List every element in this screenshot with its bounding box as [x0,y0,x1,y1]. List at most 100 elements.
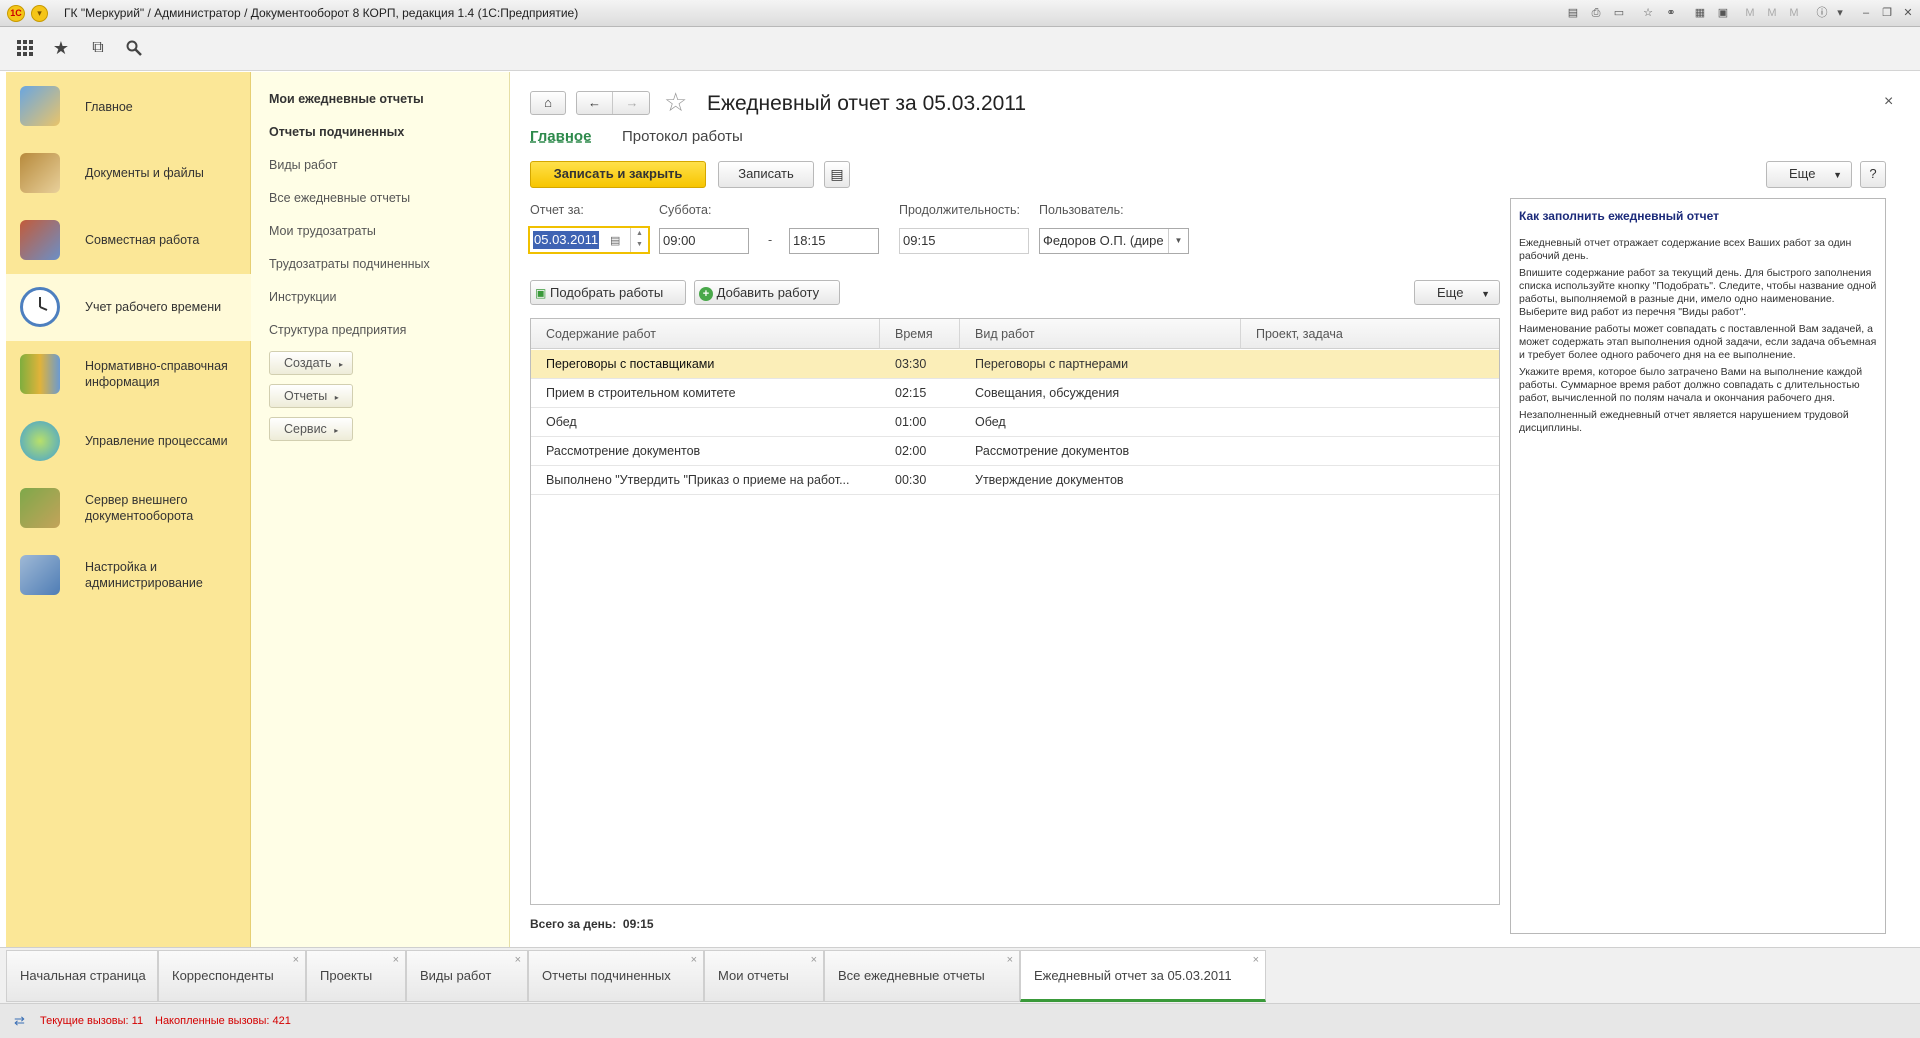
works-table: Содержание работ Время Вид работ Проект,… [530,318,1500,905]
table-row[interactable]: Рассмотрение документов 02:00 Рассмотрен… [531,437,1499,466]
nav-my-labor-costs[interactable]: Мои трудозатраты [269,224,376,238]
pick-works-button[interactable]: ▣ Подобрать работы [530,280,686,305]
tab-main[interactable]: Главное [530,128,591,145]
end-time-field[interactable]: 18:15 [789,228,879,254]
main-menu-icon[interactable]: ▾ [31,5,48,22]
print-icon[interactable]: ⎙ [1588,5,1604,21]
help-button[interactable]: ? [1860,161,1886,188]
start-time-field[interactable]: 09:00 [659,228,749,254]
help-panel: Как заполнить ежедневный отчет Ежедневны… [1510,198,1886,934]
section-main[interactable]: Главное [6,73,251,140]
nav-work-types[interactable]: Виды работ [269,158,338,172]
service-menu-button[interactable]: Сервис ▸ [269,417,353,441]
tab-close-icon[interactable]: × [1253,935,1259,985]
section-external-server[interactable]: Сервер внешнего документооборота [6,475,251,542]
calculator-button[interactable]: ▤ [824,161,850,188]
calendar-picker-icon[interactable]: ▤ [610,229,620,252]
column-header-work-type[interactable]: Вид работ [960,319,1241,349]
nav-instructions[interactable]: Инструкции [269,290,337,304]
back-button[interactable]: ← [577,92,613,114]
history-icon[interactable]: ⧉ [86,36,110,60]
close-window-icon[interactable]: ✕ [1900,5,1916,21]
link-icon[interactable]: ⚭ [1663,5,1679,21]
table-row[interactable]: Выполнено "Утвердить "Приказ о приеме на… [531,466,1499,495]
table-row[interactable]: Прием в строительном комитете 02:15 Сове… [531,379,1499,408]
calendar-icon[interactable]: ▣ [1715,5,1731,21]
forward-button[interactable]: → [614,92,650,114]
tab-close-icon[interactable]: × [393,935,399,985]
section-processes[interactable]: Управление процессами [6,408,251,475]
nav-subordinate-labor-costs[interactable]: Трудозатраты подчиненных [269,257,430,271]
column-header-project[interactable]: Проект, задача [1241,319,1499,349]
close-form-icon[interactable]: × [1884,93,1893,111]
tab-label: Отчеты подчиненных [542,968,671,983]
user-field[interactable]: Федоров О.П. (дире ▼ [1039,228,1189,254]
tab-my-reports[interactable]: Мои отчеты × [704,950,824,1002]
tab-daily-report-current[interactable]: Ежедневный отчет за 05.03.2011 × [1020,950,1266,1002]
performance-monitor-icon[interactable]: ⇄ [14,1013,32,1029]
section-label: Учет рабочего времени [85,300,222,314]
cell-content: Обед [546,415,577,429]
add-work-button[interactable]: + Добавить работу [694,280,840,305]
memory-mplus-icon[interactable]: M [1764,5,1780,21]
save-and-close-button[interactable]: Записать и закрыть [530,161,706,188]
tab-close-icon[interactable]: × [515,935,521,985]
restore-icon[interactable]: ❐ [1879,5,1895,21]
column-header-content[interactable]: Содержание работ [531,319,880,349]
section-settings[interactable]: Настройка и администрирование [6,542,251,609]
tab-close-icon[interactable]: × [1007,935,1013,985]
binders-icon [20,354,60,394]
sections-panel: Главное Документы и файлы Совместная раб… [6,72,251,947]
minimize-icon[interactable]: – [1858,5,1874,21]
tab-all-daily-reports[interactable]: Все ежедневные отчеты × [824,950,1020,1002]
apps-grid-icon[interactable] [13,36,37,60]
favorites-icon[interactable]: ☆ [1640,5,1656,21]
tab-subordinate-reports[interactable]: Отчеты подчиненных × [528,950,704,1002]
calculator-icon[interactable]: ▦ [1692,5,1708,21]
info-menu-chevron-icon[interactable]: ▾ [1832,5,1848,21]
service-menu-label: Сервис [284,422,327,436]
date-spinner[interactable]: ▲ ▼ [630,228,648,252]
tab-close-icon[interactable]: × [293,935,299,985]
tab-correspondents[interactable]: Корреспонденты × [158,950,306,1002]
section-reference[interactable]: Нормативно-справочная информация [6,341,251,408]
nav-all-daily-reports[interactable]: Все ежедневные отчеты [269,191,410,205]
search-icon[interactable] [122,36,146,60]
tab-close-icon[interactable]: × [811,935,817,985]
section-documents[interactable]: Документы и файлы [6,140,251,207]
table-more-button[interactable]: Еще ▼ [1414,280,1500,305]
tab-work-log[interactable]: Протокол работы [622,128,743,145]
user-dropdown-icon[interactable]: ▼ [1168,229,1188,253]
save-icon[interactable]: ▤ [1565,5,1581,21]
reports-menu-button[interactable]: Отчеты ▸ [269,384,353,408]
more-menu-button[interactable]: Еще ▼ [1766,161,1852,188]
app-logo-icon[interactable]: 1С [7,5,25,22]
section-time-tracking[interactable]: Учет рабочего времени [6,274,251,341]
column-header-time[interactable]: Время [880,319,960,349]
home-button[interactable]: ⌂ [530,91,566,115]
favorites-star-icon[interactable]: ★ [49,36,73,60]
nav-subordinate-reports[interactable]: Отчеты подчиненных [269,125,404,139]
memory-m-icon[interactable]: M [1742,5,1758,21]
tab-projects[interactable]: Проекты × [306,950,406,1002]
preview-icon[interactable]: ▭ [1611,5,1627,21]
tab-home-page[interactable]: Начальная страница [6,950,158,1002]
favorite-star-icon[interactable]: ☆ [664,87,687,118]
cell-time: 02:15 [895,386,927,400]
tab-label: Виды работ [420,968,492,983]
tab-close-icon[interactable]: × [691,935,697,985]
day-of-week-label: Суббота: [659,203,712,217]
create-menu-button[interactable]: Создать ▸ [269,351,353,375]
cell-time: 03:30 [895,357,927,371]
info-icon[interactable]: ⓘ [1814,5,1830,21]
table-row[interactable]: Обед 01:00 Обед [531,408,1499,437]
nav-org-structure[interactable]: Структура предприятия [269,323,406,337]
section-collaboration[interactable]: Совместная работа [6,207,251,274]
report-date-field[interactable]: 05.03.2011 ▤ ▲ ▼ [528,226,650,254]
save-button[interactable]: Записать [718,161,814,188]
tab-work-types[interactable]: Виды работ × [406,950,528,1002]
cell-time: 01:00 [895,415,927,429]
table-row[interactable]: Переговоры с поставщиками 03:30 Перегово… [531,350,1499,379]
nav-my-daily-reports[interactable]: Мои ежедневные отчеты [269,92,424,106]
memory-mminus-icon[interactable]: M [1786,5,1802,21]
